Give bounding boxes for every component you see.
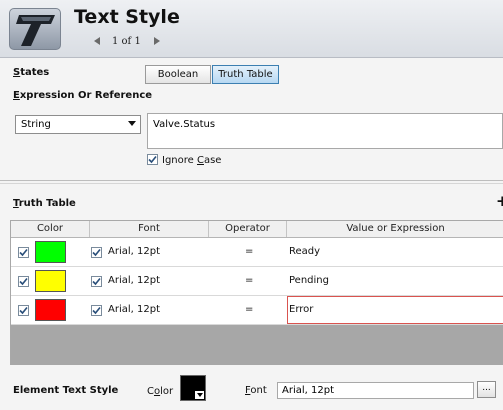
pager: 1 of 1 — [90, 34, 164, 48]
truth-table-label: Truth Table — [13, 198, 76, 209]
color-label: Color — [147, 386, 174, 397]
row-value: Pending — [289, 275, 329, 286]
row-value-cell[interactable]: Pending — [287, 267, 503, 295]
element-text-style-label: Element Text Style — [13, 385, 119, 396]
column-header-font: Font — [90, 221, 209, 237]
checkmark-icon — [92, 248, 101, 257]
expression-type-value: String — [21, 119, 51, 130]
row-font-checkbox[interactable] — [91, 276, 102, 287]
section-divider — [0, 180, 503, 181]
page-title: Text Style — [74, 6, 180, 28]
dropdown-arrow-icon — [195, 391, 204, 399]
row-value-cell[interactable]: Ready — [287, 238, 503, 266]
checkmark-icon — [92, 306, 101, 315]
checkmark-icon — [148, 155, 157, 164]
row-font-value[interactable]: Arial, 12pt — [108, 304, 160, 315]
font-label: Font — [245, 385, 267, 396]
row-value-input[interactable]: Error — [287, 296, 503, 324]
boolean-toggle[interactable]: Boolean — [145, 65, 211, 84]
truth-table-toggle[interactable]: Truth Table — [212, 65, 279, 84]
checkmark-icon — [19, 306, 28, 315]
next-page-button[interactable] — [150, 34, 164, 48]
font-browse-button[interactable]: ... — [477, 381, 496, 398]
table-row[interactable]: Arial, 12pt = Pending — [11, 267, 503, 296]
states-label: States — [13, 67, 50, 78]
grid-empty-area — [11, 325, 503, 365]
row-font-checkbox[interactable] — [91, 247, 102, 258]
row-font-checkbox[interactable] — [91, 305, 102, 316]
ignore-case-checkbox[interactable] — [147, 154, 158, 165]
column-header-operator: Operator — [209, 221, 287, 237]
checkmark-icon — [19, 248, 28, 257]
expression-input[interactable]: Valve.Status — [147, 113, 503, 149]
row-color-swatch[interactable] — [35, 270, 66, 292]
column-header-color: Color — [11, 221, 90, 237]
row-enabled-checkbox[interactable] — [18, 247, 29, 258]
row-enabled-checkbox[interactable] — [18, 276, 29, 287]
element-color-picker[interactable] — [180, 375, 206, 401]
row-color-swatch[interactable] — [35, 299, 66, 321]
text-style-logo-icon — [9, 8, 61, 50]
row-operator[interactable]: = — [245, 246, 253, 257]
truth-table-grid: Color Font Operator Value or Expression … — [10, 220, 503, 365]
row-color-swatch[interactable] — [35, 241, 66, 263]
column-header-value: Value or Expression — [346, 223, 445, 234]
expression-value: Valve.Status — [153, 119, 216, 130]
row-value: Error — [289, 304, 314, 315]
chevron-right-icon — [153, 37, 160, 45]
row-operator[interactable]: = — [245, 304, 253, 315]
table-row[interactable]: Arial, 12pt = Error — [11, 296, 503, 325]
checkmark-icon — [19, 277, 28, 286]
element-font-field[interactable]: Arial, 12pt — [277, 382, 474, 399]
row-value: Ready — [289, 246, 321, 257]
previous-page-button[interactable] — [90, 34, 104, 48]
row-font-value[interactable]: Arial, 12pt — [108, 246, 160, 257]
row-font-value[interactable]: Arial, 12pt — [108, 275, 160, 286]
add-row-button[interactable]: + — [496, 192, 503, 210]
expression-label: Expression Or Reference — [13, 90, 153, 101]
states-label-rest: tates — [20, 67, 50, 78]
chevron-left-icon — [94, 37, 100, 45]
grid-header: Color Font Operator Value or Expression — [11, 221, 503, 238]
section-divider-shadow — [0, 183, 503, 184]
chevron-down-icon — [128, 121, 136, 126]
ignore-case-label: Ignore Case — [162, 155, 222, 166]
header: Text Style 1 of 1 — [0, 0, 503, 58]
page-indicator: 1 of 1 — [112, 35, 141, 47]
checkmark-icon — [92, 277, 101, 286]
row-operator[interactable]: = — [245, 275, 253, 286]
expression-type-select[interactable]: String — [15, 115, 141, 134]
table-row[interactable]: Arial, 12pt = Ready — [11, 238, 503, 267]
row-enabled-checkbox[interactable] — [18, 305, 29, 316]
